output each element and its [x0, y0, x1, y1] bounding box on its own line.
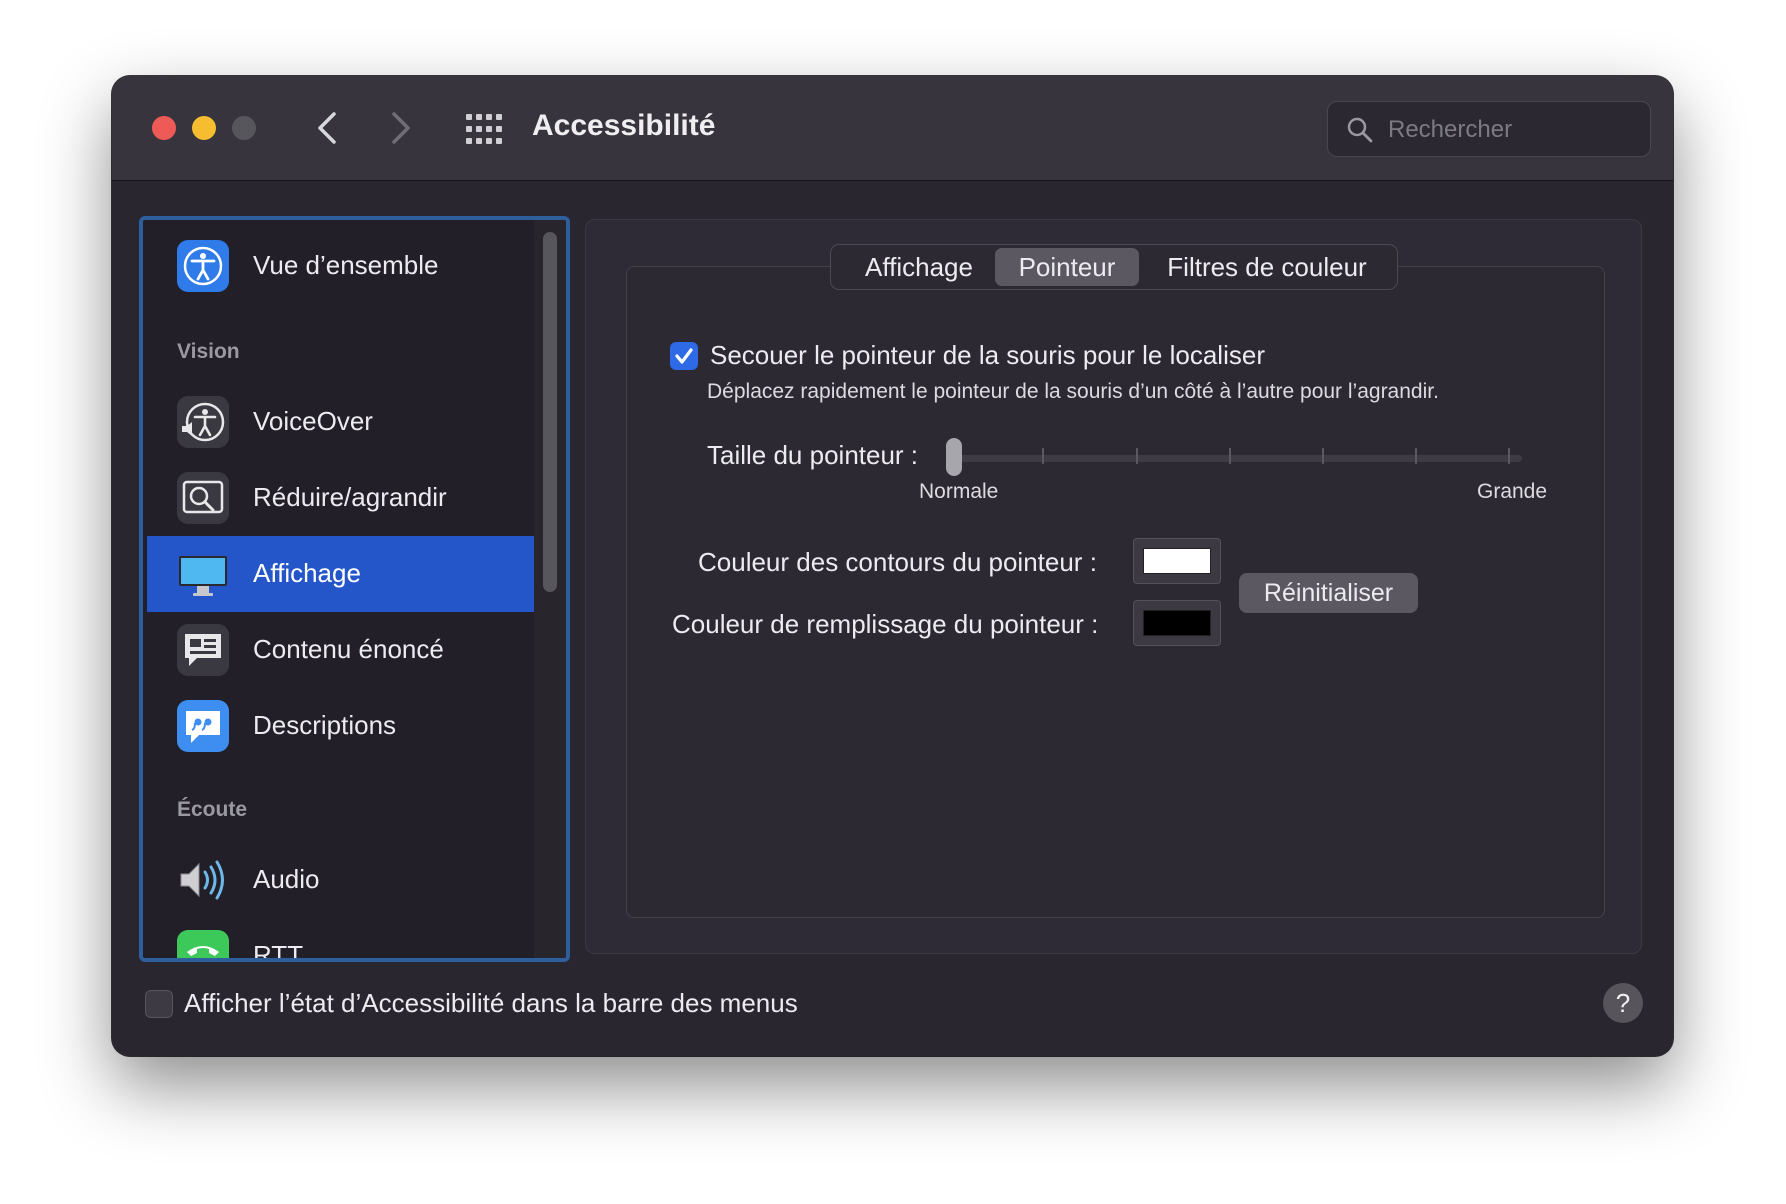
- reset-button[interactable]: Réinitialiser: [1239, 573, 1418, 613]
- slider-thumb[interactable]: [946, 438, 962, 476]
- pointer-size-min-label: Normale: [919, 480, 999, 503]
- sidebar-item-rtt[interactable]: RTT: [147, 918, 539, 962]
- zoom-button[interactable]: [232, 116, 256, 140]
- sidebar-item-label: Audio: [253, 864, 320, 894]
- display-icon: [179, 556, 227, 596]
- rtt-phone-icon: [177, 930, 229, 958]
- tab-display[interactable]: Affichage: [839, 248, 999, 286]
- slider-tick: [1229, 448, 1231, 464]
- menubar-status-checkbox[interactable]: [145, 990, 173, 1018]
- sidebar-item-label: Descriptions: [253, 710, 397, 740]
- search-input[interactable]: [1386, 111, 1640, 149]
- pointer-size-max-label: Grande: [1477, 480, 1548, 503]
- pointer-size-label: Taille du pointeur :: [707, 440, 919, 470]
- tab-pointer[interactable]: Pointeur: [995, 248, 1139, 286]
- chevron-right-icon: [392, 112, 410, 144]
- shake-pointer-checkbox[interactable]: [670, 342, 698, 370]
- spoken-content-icon: [177, 624, 229, 676]
- back-button[interactable]: [308, 106, 348, 150]
- preferences-window: Accessibilité Vue d’ensemble Vision: [112, 76, 1673, 1056]
- slider-tick: [1322, 448, 1324, 464]
- zoom-icon: [177, 472, 229, 524]
- title-bar: Accessibilité: [112, 76, 1673, 181]
- sidebar-item-label: Réduire/agrandir: [253, 482, 447, 512]
- grid-icon: [466, 114, 502, 144]
- fill-color-label: Couleur de remplissage du pointeur :: [672, 609, 1099, 639]
- outline-color-well[interactable]: [1133, 538, 1221, 584]
- sidebar-section-hearing: Écoute: [177, 798, 248, 821]
- descriptions-icon: [177, 700, 229, 752]
- sidebar-item-display[interactable]: Affichage: [147, 536, 539, 612]
- fill-color-well[interactable]: [1133, 600, 1221, 646]
- sidebar-item-label: Affichage: [253, 558, 361, 588]
- slider-tick: [1508, 448, 1510, 464]
- sidebar: Vue d’ensemble Vision VoiceOver Réduire/…: [139, 216, 570, 962]
- fill-color-swatch: [1143, 610, 1211, 636]
- sidebar-item-descriptions[interactable]: Descriptions: [147, 688, 539, 764]
- sidebar-item-label: Vue d’ensemble: [253, 250, 439, 280]
- slider-track: [950, 455, 1522, 462]
- outline-color-label: Couleur des contours du pointeur :: [698, 547, 1097, 577]
- search-field[interactable]: [1327, 101, 1651, 157]
- window-title: Accessibilité: [532, 109, 716, 142]
- chevron-left-icon: [318, 112, 336, 144]
- slider-tick: [1136, 448, 1138, 464]
- slider-tick: [1415, 448, 1417, 464]
- sidebar-item-label: Contenu énoncé: [253, 634, 444, 664]
- show-all-button[interactable]: [464, 110, 502, 148]
- sidebar-item-label: VoiceOver: [253, 406, 373, 436]
- minimize-button[interactable]: [192, 116, 216, 140]
- sidebar-section-vision: Vision: [177, 340, 240, 363]
- search-icon: [1347, 117, 1373, 143]
- content-panel: Affichage Pointeur Filtres de couleur: [585, 219, 1642, 954]
- help-button[interactable]: ?: [1603, 983, 1643, 1023]
- speaker-icon: [180, 860, 224, 900]
- sidebar-item-spoken-content[interactable]: Contenu énoncé: [147, 612, 539, 688]
- outline-color-swatch: [1143, 548, 1211, 574]
- tab-bar: Affichage Pointeur Filtres de couleur: [830, 244, 1398, 290]
- tab-color-filters[interactable]: Filtres de couleur: [1143, 248, 1391, 286]
- sidebar-item-overview[interactable]: Vue d’ensemble: [147, 228, 539, 304]
- shake-pointer-hint: Déplacez rapidement le pointeur de la so…: [707, 380, 1439, 403]
- voiceover-icon: [177, 396, 229, 448]
- slider-tick: [1042, 448, 1044, 464]
- forward-button[interactable]: [380, 106, 420, 150]
- pointer-size-slider[interactable]: [946, 438, 1526, 482]
- menubar-status-label: Afficher l’état d’Accessibilité dans la …: [184, 988, 798, 1018]
- checkmark-icon: [675, 348, 693, 364]
- sidebar-scroll-thumb[interactable]: [543, 232, 557, 592]
- sidebar-item-label: RTT: [253, 940, 304, 962]
- shake-pointer-label: Secouer le pointeur de la souris pour le…: [710, 340, 1265, 370]
- sidebar-item-voiceover[interactable]: VoiceOver: [147, 384, 539, 460]
- accessibility-icon: [177, 240, 229, 292]
- sidebar-item-audio[interactable]: Audio: [147, 842, 539, 918]
- close-button[interactable]: [152, 116, 176, 140]
- sidebar-item-zoom[interactable]: Réduire/agrandir: [147, 460, 539, 536]
- sidebar-scrollbar[interactable]: [534, 220, 566, 958]
